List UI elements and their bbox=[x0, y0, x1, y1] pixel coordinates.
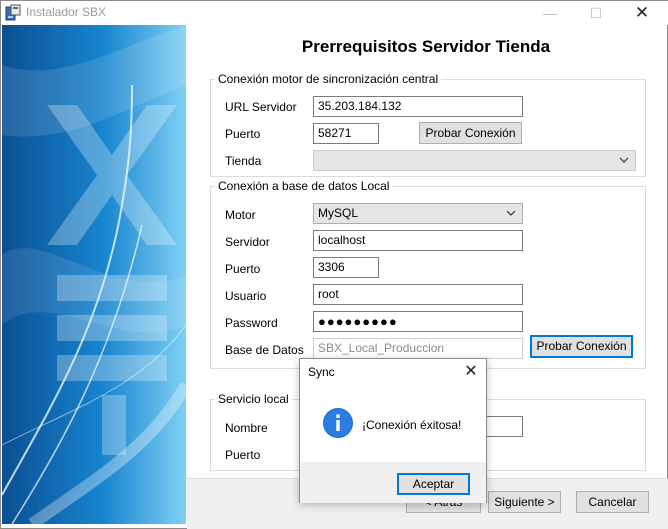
window-title: Instalador SBX bbox=[26, 5, 107, 19]
user-label: Usuario bbox=[225, 289, 267, 303]
central-port-label: Puerto bbox=[225, 127, 261, 141]
server-input[interactable]: localhost bbox=[313, 230, 523, 251]
local-port-label: Puerto bbox=[225, 262, 261, 276]
app-installer-icon bbox=[5, 4, 21, 21]
minimize-button[interactable]: — bbox=[527, 1, 573, 25]
page-title: Prerrequisitos Servidor Tienda bbox=[301, 37, 551, 56]
chevron-down-icon bbox=[619, 157, 629, 163]
service-name-input[interactable] bbox=[483, 416, 523, 437]
close-button[interactable]: ✕ bbox=[619, 1, 665, 25]
installer-window: Instalador SBX — ☐ ✕ Prerrequisitos Serv… bbox=[0, 0, 668, 529]
local-test-connection-button[interactable]: Probar Conexión bbox=[530, 335, 633, 358]
dialog-title: Sync bbox=[308, 365, 335, 379]
chevron-down-icon bbox=[506, 210, 516, 216]
central-connection-legend: Conexión motor de sincronización central bbox=[215, 72, 442, 86]
service-name-label: Nombre bbox=[225, 421, 268, 435]
dialog-message: ¡Conexión éxitosa! bbox=[362, 418, 462, 432]
central-test-connection-label: Probar Conexión bbox=[425, 126, 516, 140]
maximize-icon: ☐ bbox=[589, 4, 603, 21]
next-button[interactable]: Siguiente > bbox=[488, 491, 561, 513]
local-db-legend: Conexión a base de datos Local bbox=[215, 179, 393, 193]
close-icon: ✕ bbox=[464, 363, 478, 380]
local-test-connection-label: Probar Conexión bbox=[536, 339, 627, 353]
close-icon: ✕ bbox=[634, 3, 650, 22]
minimize-icon: — bbox=[543, 5, 557, 21]
dialog-ok-button[interactable]: Aceptar bbox=[397, 473, 470, 495]
store-label: Tienda bbox=[225, 154, 262, 168]
engine-select-value: MySQL bbox=[318, 206, 359, 220]
local-port-input[interactable]: 3306 bbox=[313, 257, 379, 278]
central-port-input[interactable]: 58271 bbox=[313, 123, 379, 144]
central-test-connection-button[interactable]: Probar Conexión bbox=[419, 122, 522, 144]
title-bar[interactable]: Instalador SBX — ☐ ✕ bbox=[1, 1, 668, 25]
dialog-close-button[interactable]: ✕ bbox=[458, 361, 484, 383]
cancel-button[interactable]: Cancelar bbox=[576, 491, 649, 513]
dialog-ok-label: Aceptar bbox=[412, 477, 455, 491]
password-label: Password bbox=[225, 316, 278, 330]
side-banner-image bbox=[2, 25, 186, 524]
user-input[interactable]: root bbox=[313, 284, 523, 305]
local-service-legend: Servicio local bbox=[215, 392, 292, 406]
database-label: Base de Datos bbox=[225, 343, 304, 357]
engine-label: Motor bbox=[225, 208, 256, 222]
engine-select[interactable]: MySQL bbox=[313, 203, 523, 224]
next-button-label: Siguiente > bbox=[494, 495, 555, 509]
service-port-label: Puerto bbox=[225, 448, 261, 462]
url-server-label: URL Servidor bbox=[225, 100, 297, 114]
server-label: Servidor bbox=[225, 235, 270, 249]
url-server-input[interactable]: 35.203.184.132 bbox=[313, 96, 523, 117]
maximize-button[interactable]: ☐ bbox=[573, 1, 619, 25]
password-input[interactable]: ●●●●●●●●● bbox=[313, 311, 523, 332]
cancel-button-label: Cancelar bbox=[588, 495, 637, 509]
information-icon bbox=[323, 408, 353, 438]
database-input[interactable]: SBX_Local_Produccion bbox=[313, 338, 523, 359]
sync-dialog: Sync ✕ ¡Conexión éxitosa! Aceptar bbox=[299, 358, 487, 503]
store-select[interactable] bbox=[313, 150, 636, 171]
